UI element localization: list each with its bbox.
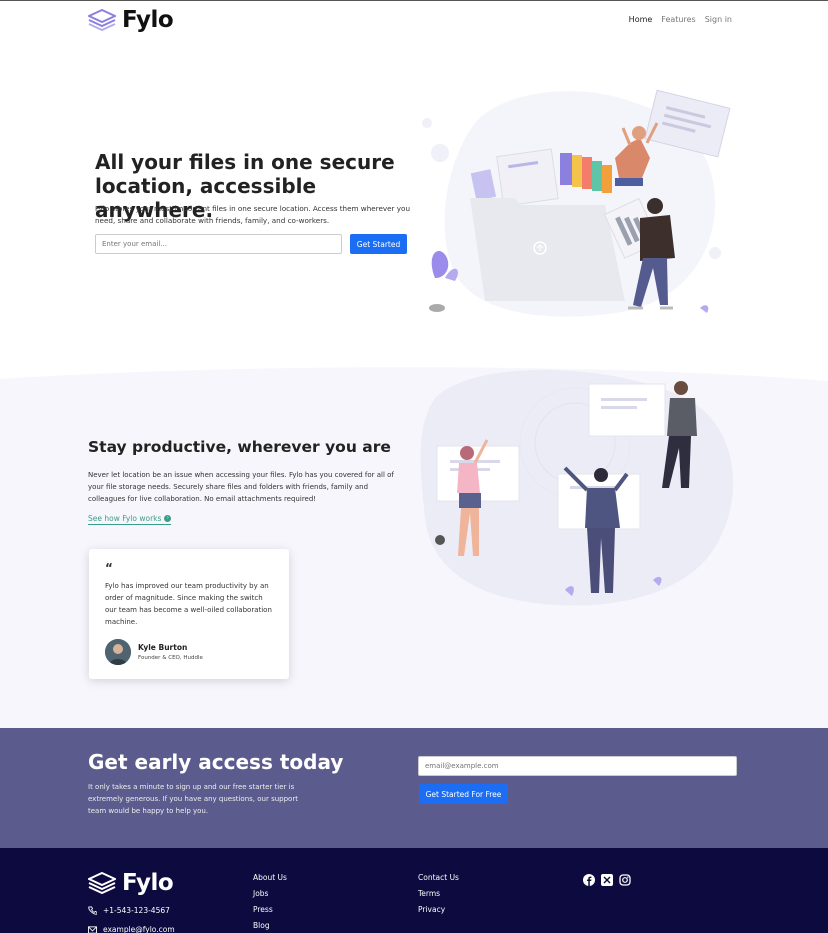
facebook-icon[interactable] [583,871,595,886]
nav-features[interactable]: Features [661,15,695,24]
phone-icon [88,906,97,915]
productive-title: Stay productive, wherever you are [88,438,391,456]
footer-link-press[interactable]: Press [253,902,287,918]
nav-signin[interactable]: Sign in [705,15,732,24]
cta-section: Get early access today It only takes a m… [0,728,828,848]
footer-link-blog[interactable]: Blog [253,918,287,933]
avatar [105,639,131,665]
footer-link-contact[interactable]: Contact Us [418,870,459,886]
cta-title: Get early access today [88,750,344,774]
footer: Fylo +1-543-123-4567 example@fylo.com Ab… [0,848,828,933]
cta-email-input[interactable] [418,756,737,776]
testimonial-role: Founder & CEO, Huddle [138,655,203,661]
footer-phone[interactable]: +1-543-123-4567 [88,906,170,915]
cta-get-started-button[interactable]: Get Started For Free [419,784,508,804]
footer-logo-text: Fylo [122,870,174,896]
footer-link-jobs[interactable]: Jobs [253,886,287,902]
footer-logo[interactable]: Fylo [88,870,174,896]
x-icon[interactable] [601,871,613,886]
nav-links: Home Features Sign in [629,15,732,24]
footer-link-terms[interactable]: Terms [418,886,459,902]
hero-email-input[interactable] [95,234,342,254]
productive-text: Never let location be an issue when acce… [88,471,394,503]
see-how-link[interactable]: See how Fylo works › [88,514,172,525]
cta-text: It only takes a minute to sign up and ou… [88,783,298,815]
footer-col-1: About Us Jobs Press Blog [253,870,287,933]
testimonial-card: “ Fylo has improved our team productivit… [89,549,289,679]
top-nav: Fylo Home Features Sign in [0,1,828,39]
email-text: example@fylo.com [103,925,175,933]
productive-illustration [420,369,734,606]
hero-illustration [422,89,731,317]
landing-page: Fylo Home Features Sign in All your file… [0,0,828,933]
testimonial-text: Fylo has improved our team productivity … [105,582,272,626]
instagram-icon[interactable] [619,871,631,886]
email-icon [88,925,97,933]
phone-text: +1-543-123-4567 [103,906,170,915]
testimonial-name: Kyle Burton [138,643,188,652]
footer-email[interactable]: example@fylo.com [88,925,175,933]
logo-icon [88,872,116,894]
logo-text: Fylo [122,7,174,33]
footer-col-2: Contact Us Terms Privacy [418,870,459,918]
footer-link-about[interactable]: About Us [253,870,287,886]
arrow-right-icon: › [164,515,172,522]
see-how-label: See how Fylo works [88,514,162,523]
logo[interactable]: Fylo [88,7,174,33]
logo-icon [88,9,116,31]
hero-get-started-button[interactable]: Get Started [350,234,407,254]
quote-icon: “ [105,561,113,575]
nav-home[interactable]: Home [629,15,653,24]
social-links [583,871,631,886]
hero-text: Fylo stores your most important files in… [95,204,411,225]
footer-link-privacy[interactable]: Privacy [418,902,459,918]
